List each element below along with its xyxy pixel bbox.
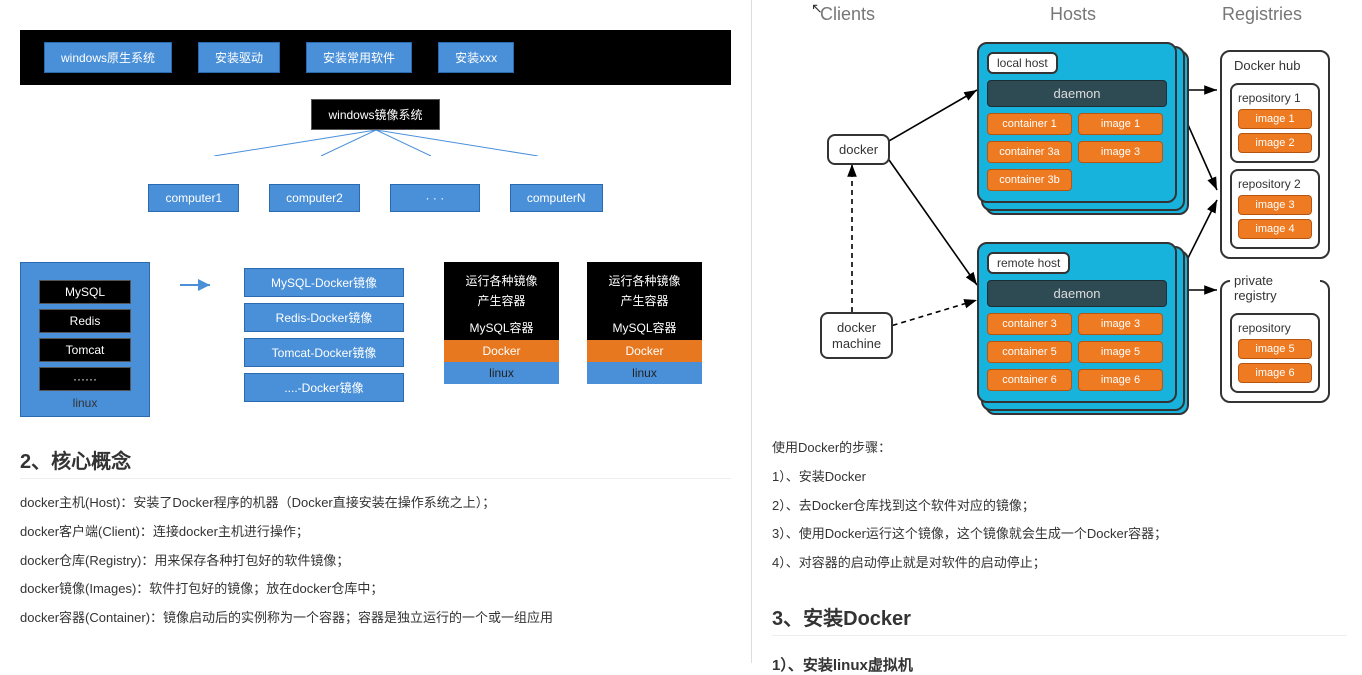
docker-hub-title: Docker hub xyxy=(1230,58,1304,73)
svc-redis: Redis xyxy=(39,309,131,333)
rh-image-5: image 5 xyxy=(1078,341,1163,363)
svc-mysql: MySQL xyxy=(39,280,131,304)
container-stack-2: 运行各种镜像 产生容器 MySQL容器 Docker linux xyxy=(587,262,702,384)
concept-host: docker主机(Host)：安装了Docker程序的机器（Docker直接安装… xyxy=(20,493,731,514)
remote-host: remote host daemon container 3 image 3 c… xyxy=(977,242,1177,403)
private-registry-title: private registry xyxy=(1230,273,1320,303)
computer-1: computer1 xyxy=(148,184,239,212)
concept-registry: docker仓库(Registry)：用来保存各种打包好的软件镜像； xyxy=(20,551,731,572)
stack-produce-line: 产生容器 xyxy=(448,292,555,309)
private-repo-title: repository xyxy=(1238,321,1312,335)
remote-host-label: remote host xyxy=(987,252,1070,274)
install-xxx: 安装xxx xyxy=(438,42,514,73)
repo1-image-2: image 2 xyxy=(1238,133,1312,153)
section-3-sub: 1）、安装linux虚拟机 xyxy=(772,654,1347,675)
lh-image-3: image 3 xyxy=(1078,141,1163,163)
docker-architecture-diagram: ↖ Clients Hosts Registries xyxy=(772,0,1332,430)
client-docker-machine: docker machine xyxy=(820,312,893,359)
svc-more: ······ xyxy=(39,367,131,391)
lh-image-1: image 1 xyxy=(1078,113,1163,135)
col-clients: Clients xyxy=(820,4,875,25)
section-3-heading: 3、安装Docker xyxy=(772,602,1347,636)
computer-n: computerN xyxy=(510,184,603,212)
client-docker-machine-l1: docker xyxy=(832,320,881,336)
local-daemon: daemon xyxy=(987,80,1167,107)
fanout-lines-icon xyxy=(166,130,586,156)
concept-images: docker镜像(Images)：软件打包好的镜像；放在docker仓库中； xyxy=(20,579,731,600)
docker-hub: Docker hub repository 1 image 1 image 2 … xyxy=(1220,50,1330,259)
diagram-docker-images: MySQL Redis Tomcat ······ linux MySQL-Do… xyxy=(20,262,731,417)
rh-image-6: image 6 xyxy=(1078,369,1163,391)
step-1: 1）、安装Docker xyxy=(772,467,1347,488)
priv-image-5: image 5 xyxy=(1238,339,1312,359)
linux-host-box: MySQL Redis Tomcat ······ linux xyxy=(20,262,150,417)
img-more: ....-Docker镜像 xyxy=(244,373,404,402)
private-repo: repository image 5 image 6 xyxy=(1230,313,1320,393)
stack-mysql-container: MySQL容器 xyxy=(448,319,555,336)
computer-2: computer2 xyxy=(269,184,360,212)
linux-label: linux xyxy=(21,396,149,410)
rh-container-5: container 5 xyxy=(987,341,1072,363)
stack-run-line: 运行各种镜像 xyxy=(448,272,555,289)
rh-container-3: container 3 xyxy=(987,313,1072,335)
stack-docker-layer: Docker xyxy=(587,340,702,362)
steps-intro: 使用Docker的步骤： xyxy=(772,438,1347,459)
step-4: 4）、对容器的启动停止就是对软件的启动停止； xyxy=(772,553,1347,574)
concept-client: docker客户端(Client)：连接docker主机进行操作； xyxy=(20,522,731,543)
client-docker: docker xyxy=(827,134,890,165)
stack-produce-line: 产生容器 xyxy=(591,292,698,309)
lh-container-1: container 1 xyxy=(987,113,1072,135)
repo2-image-4: image 4 xyxy=(1238,219,1312,239)
stack-mysql-container: MySQL容器 xyxy=(591,319,698,336)
rh-container-6: container 6 xyxy=(987,369,1072,391)
col-registries: Registries xyxy=(1222,4,1302,25)
docker-images-list: MySQL-Docker镜像 Redis-Docker镜像 Tomcat-Doc… xyxy=(244,268,404,402)
remote-daemon: daemon xyxy=(987,280,1167,307)
repo1-image-1: image 1 xyxy=(1238,109,1312,129)
img-tomcat: Tomcat-Docker镜像 xyxy=(244,338,404,367)
windows-top-bar: windows原生系统 安装驱动 安装常用软件 安装xxx xyxy=(20,30,731,85)
win-original: windows原生系统 xyxy=(44,42,172,73)
computer-ellipsis: · · · xyxy=(390,184,480,212)
concept-container: docker容器(Container)：镜像启动后的实例称为一个容器；容器是独立… xyxy=(20,608,731,629)
stack-linux-layer: linux xyxy=(444,362,559,384)
repo-2: repository 2 image 3 image 4 xyxy=(1230,169,1320,249)
lh-container-3a: container 3a xyxy=(987,141,1072,163)
windows-mirror: windows镜像系统 xyxy=(311,99,439,130)
img-redis: Redis-Docker镜像 xyxy=(244,303,404,332)
stack-docker-layer: Docker xyxy=(444,340,559,362)
repo2-image-3: image 3 xyxy=(1238,195,1312,215)
step-2: 2）、去Docker仓库找到这个软件对应的镜像； xyxy=(772,496,1347,517)
repo-1: repository 1 image 1 image 2 xyxy=(1230,83,1320,163)
repo-2-title: repository 2 xyxy=(1238,177,1312,191)
svc-tomcat: Tomcat xyxy=(39,338,131,362)
section-2-heading: 2、核心概念 xyxy=(20,445,731,479)
install-driver: 安装驱动 xyxy=(198,42,280,73)
stack-linux-layer: linux xyxy=(587,362,702,384)
private-registry: private registry repository image 5 imag… xyxy=(1220,280,1330,403)
local-host: local host daemon container 1 image 1 co… xyxy=(977,42,1177,203)
computer-row: computer1 computer2 · · · computerN xyxy=(20,184,731,212)
priv-image-6: image 6 xyxy=(1238,363,1312,383)
col-hosts: Hosts xyxy=(1050,4,1096,25)
local-host-label: local host xyxy=(987,52,1058,74)
arrow-right-icon xyxy=(180,276,214,294)
img-mysql: MySQL-Docker镜像 xyxy=(244,268,404,297)
stack-run-line: 运行各种镜像 xyxy=(591,272,698,289)
install-common: 安装常用软件 xyxy=(306,42,412,73)
container-stack-1: 运行各种镜像 产生容器 MySQL容器 Docker linux xyxy=(444,262,559,384)
step-3: 3）、使用Docker运行这个镜像，这个镜像就会生成一个Docker容器； xyxy=(772,524,1347,545)
client-docker-machine-l2: machine xyxy=(832,336,881,352)
repo-1-title: repository 1 xyxy=(1238,91,1312,105)
rh-image-3: image 3 xyxy=(1078,313,1163,335)
diagram-windows-mirror: windows原生系统 安装驱动 安装常用软件 安装xxx windows镜像系… xyxy=(20,30,731,212)
lh-container-3b: container 3b xyxy=(987,169,1072,191)
